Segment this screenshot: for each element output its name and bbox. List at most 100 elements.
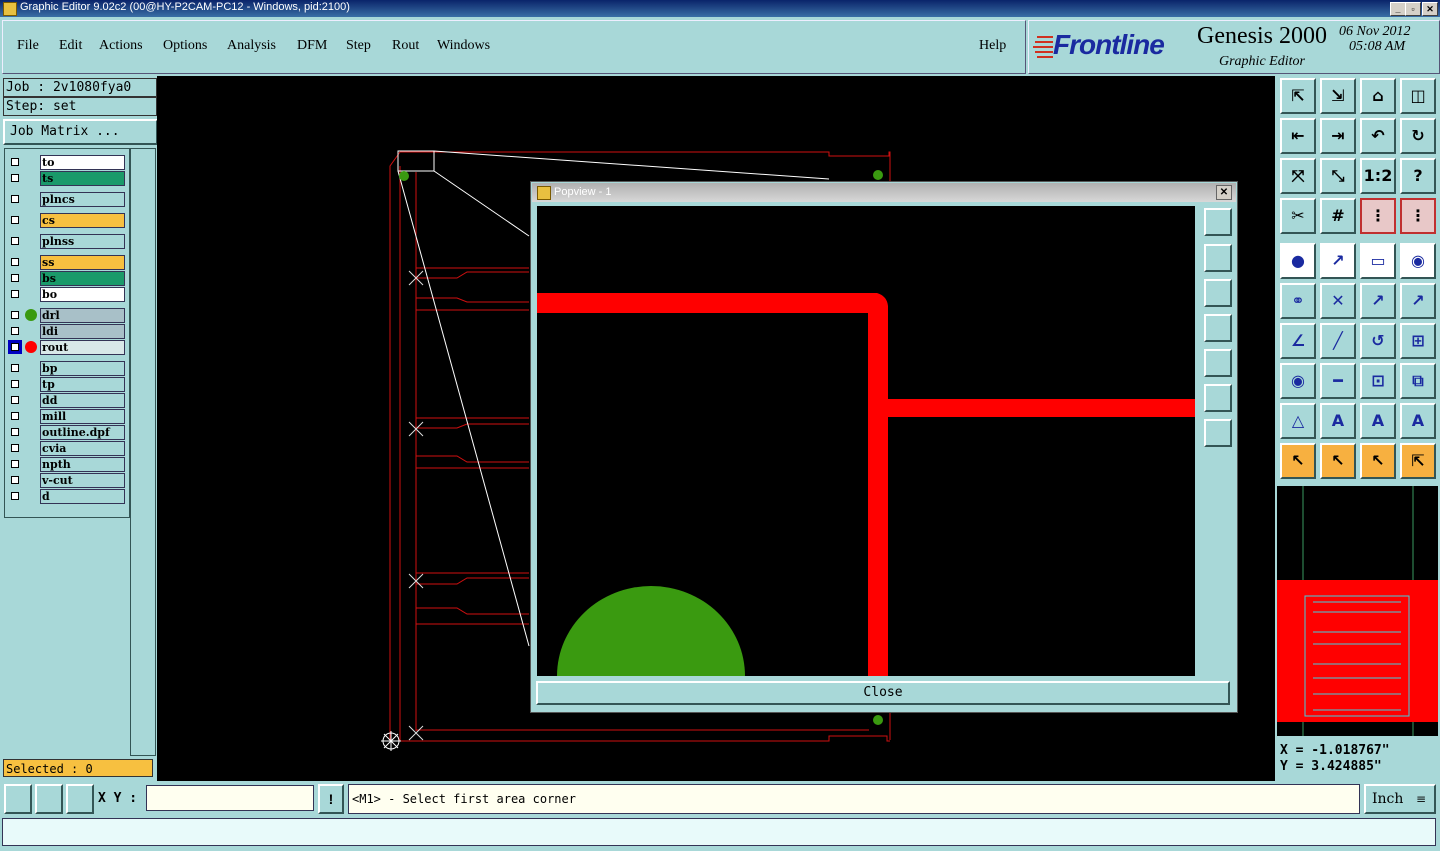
layer-name[interactable]: to [40,155,125,170]
zoom-in-icon[interactable]: ⤧ [1280,158,1316,194]
layer-row-bp[interactable]: bp [8,361,125,376]
popview-zoom-icon[interactable] [1204,208,1232,236]
text-icon[interactable]: A [1320,403,1356,439]
layer-name[interactable]: outline.dpf [40,425,125,440]
layer-name[interactable]: ss [40,255,125,270]
units-selector[interactable]: Inch ≡ [1364,784,1436,814]
menu-step[interactable]: Step [346,38,371,54]
pointer-icon[interactable]: ↖ [1280,443,1316,479]
zoom-area-icon[interactable] [4,784,32,814]
layer-name[interactable]: plnss [40,234,125,249]
layer-checkbox[interactable] [8,171,22,185]
move2-icon[interactable]: ↗ [1400,283,1436,319]
menu-options[interactable]: Options [163,38,207,54]
layer-row-npth[interactable]: npth [8,457,125,472]
layer-row-drl[interactable]: drl [8,308,125,323]
minimize-button[interactable]: _ [1390,2,1406,16]
layer-row-to[interactable]: to [8,155,125,170]
layer-row-tp[interactable]: tp [8,377,125,392]
text3-icon[interactable]: A [1400,403,1436,439]
pad-icon[interactable]: ● [1280,243,1316,279]
job-matrix-button[interactable]: Job Matrix ... [3,119,158,145]
route-icon[interactable]: ⇱ [1400,443,1436,479]
layer-name[interactable]: tp [40,377,125,392]
zoom-out-icon[interactable]: ⤡ [1320,158,1356,194]
layer-name[interactable]: npth [40,457,125,472]
menu-help[interactable]: Help [979,38,1006,54]
layer-name[interactable]: ldi [40,324,125,339]
layer-name[interactable]: d [40,489,125,504]
grid-icon[interactable]: # [1320,198,1356,234]
layer-row-cvia[interactable]: cvia [8,441,125,456]
snap-grid-icon[interactable] [66,784,94,814]
snap-icon[interactable]: ⋮ [1360,198,1396,234]
popview-close-icon[interactable]: ✕ [1216,185,1232,200]
ruler-icon[interactable]: ▭ [1360,243,1396,279]
minus-icon[interactable]: ━ [1320,363,1356,399]
popview-close-button[interactable]: Close [536,681,1230,705]
layer-checkbox[interactable] [8,425,22,439]
exclaim-button[interactable]: ! [318,784,344,814]
layer-name[interactable]: plncs [40,192,125,207]
maximize-button[interactable]: ▫ [1405,2,1421,16]
line-icon[interactable]: ↗ [1320,243,1356,279]
layer-name[interactable]: rout [40,340,125,355]
feature-icon[interactable]: ⊞ [1400,323,1436,359]
popview-pan-right-icon[interactable] [1204,349,1232,377]
menu-edit[interactable]: Edit [59,38,82,54]
layer-row-plncs[interactable]: plncs [8,192,125,207]
menu-windows[interactable]: Windows [437,38,490,54]
layer-checkbox[interactable] [8,271,22,285]
measure-tool-icon[interactable] [35,784,63,814]
snap2-icon[interactable]: ⋮ [1400,198,1436,234]
zoom-home-icon[interactable]: ⇱ [1280,78,1316,114]
layer-row-plnss[interactable]: plnss [8,234,125,249]
popview-zoom-in-icon[interactable] [1204,384,1232,412]
pan-right-icon[interactable]: ⇥ [1320,118,1356,154]
connect-icon[interactable]: ⚭ [1280,283,1316,319]
arc-icon[interactable]: ↺ [1360,323,1396,359]
popview-canvas[interactable] [537,206,1195,676]
measure-icon[interactable]: ⊡ [1360,363,1396,399]
redraw-icon[interactable]: ↻ [1400,118,1436,154]
layer-checkbox[interactable] [8,409,22,423]
line-draw-icon[interactable]: ╱ [1320,323,1356,359]
menu-file[interactable]: File [17,38,39,54]
xy-input[interactable] [146,785,314,811]
layer-name[interactable]: bo [40,287,125,302]
menu-analysis[interactable]: Analysis [227,38,276,54]
window-icon[interactable]: ◫ [1400,78,1436,114]
popview-pan-left-icon[interactable] [1204,314,1232,342]
layer-checkbox[interactable] [8,213,22,227]
angle-icon[interactable]: ∠ [1280,323,1316,359]
undo-view-icon[interactable]: ↶ [1360,118,1396,154]
copy-icon[interactable]: ⧉ [1400,363,1436,399]
scale-1-2-icon[interactable]: 1:2 [1360,158,1396,194]
layer-name[interactable]: v-cut [40,473,125,488]
layer-row-ts[interactable]: ts [8,171,125,186]
pointer2-icon[interactable]: ↖ [1320,443,1356,479]
home-icon[interactable]: ⌂ [1360,78,1396,114]
layer-row-dd[interactable]: dd [8,393,125,408]
layer-name[interactable]: bs [40,271,125,286]
close-window-button[interactable]: ✕ [1422,2,1438,16]
select-pad-icon[interactable]: ◉ [1400,243,1436,279]
layer-name[interactable]: cvia [40,441,125,456]
popview-zoom-out-icon[interactable] [1204,419,1232,447]
layer-name[interactable]: mill [40,409,125,424]
overview-map[interactable] [1277,486,1438,736]
layer-name[interactable]: ts [40,171,125,186]
layer-row-bo[interactable]: bo [8,287,125,302]
menu-rout[interactable]: Rout [392,38,419,54]
layer-checkbox[interactable] [8,287,22,301]
layer-checkbox[interactable] [8,155,22,169]
select-icon[interactable]: ◉ [1280,363,1316,399]
pointer3-icon[interactable]: ↖ [1360,443,1396,479]
layer-row-mill[interactable]: mill [8,409,125,424]
layer-checkbox[interactable] [8,441,22,455]
layer-row-v-cut[interactable]: v-cut [8,473,125,488]
popview-pan-up-icon[interactable] [1204,244,1232,272]
layer-row-d[interactable]: d [8,489,125,504]
layer-checkbox[interactable] [8,324,22,338]
layer-name[interactable]: drl [40,308,125,323]
